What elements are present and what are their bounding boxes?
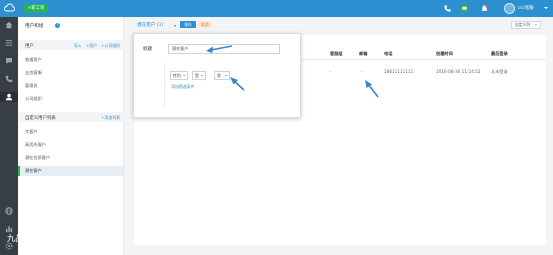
chat-icon[interactable] (460, 4, 469, 13)
add-organization-link[interactable]: +公司组织 (101, 43, 120, 48)
column-header-last-login[interactable]: 最后登录 (491, 51, 508, 57)
user-section-links: 导入 +用户 +公司组织 (71, 43, 120, 49)
cell-email: - (361, 69, 363, 74)
sidebar-title: 用户和组 (25, 24, 44, 29)
home-icon[interactable] (0, 20, 18, 30)
phone-icon[interactable] (0, 74, 18, 84)
sidebar-item-agents[interactable]: 业务客服 (18, 68, 123, 78)
add-list-link[interactable]: +添加列表 (101, 115, 120, 120)
filter-popup: 标题 潜在客户 性别 是 男 添加筛选条件 (133, 33, 301, 118)
column-header-email[interactable]: 邮箱 (359, 51, 367, 57)
chevron-down-icon[interactable] (544, 7, 548, 9)
condition-value-select[interactable]: 男 (214, 71, 230, 80)
sidebar-item-potential-quality[interactable]: 潜在优质客户 (18, 153, 123, 163)
new-ticket-button[interactable]: +新工单 (24, 4, 48, 13)
column-select-label: 自定义列 (515, 22, 531, 27)
chat-bubble-icon[interactable] (0, 56, 18, 66)
column-header-group[interactable]: 客服组 (330, 51, 343, 57)
message-icon[interactable] (0, 38, 18, 48)
custom-section-links: +添加列表 (98, 115, 120, 121)
sidebar-item-high-priority[interactable]: 高优先客户 (18, 140, 123, 150)
help-icon[interactable]: ? (55, 23, 60, 28)
condition-field-select[interactable]: 性别 (170, 71, 188, 80)
user-name[interactable]: cici客服 (518, 5, 534, 11)
column-header-phone[interactable]: 电话 (384, 51, 392, 57)
cell-phone: 18611111111 (384, 69, 414, 74)
chevron-down-icon (183, 74, 185, 76)
globe-icon[interactable] (0, 206, 18, 216)
top-bar: +新工单 cici客服 (0, 0, 553, 17)
add-condition-link[interactable]: 添加筛选条件 (171, 84, 194, 90)
watermark: 九品网络 (7, 234, 41, 243)
import-link[interactable]: 导入 (74, 43, 82, 48)
condition-value: 男 (217, 73, 221, 78)
view-title-dropdown[interactable]: 潜在客户 (1) (137, 22, 163, 28)
custom-section-header: 自定义用户列表 +添加列表 (18, 112, 124, 122)
user-icon[interactable] (0, 92, 18, 102)
icon-sidebar (0, 17, 18, 255)
title-label: 标题 (143, 47, 153, 52)
condition-field-value: 性别 (173, 73, 181, 78)
condition-operator-select[interactable]: 是 (192, 71, 206, 80)
user-section-header: 用户 导入 +用户 +公司组织 (18, 40, 124, 50)
user-section-label: 用户 (25, 43, 34, 49)
sidebar-item-potential-customers[interactable]: 潜在客户 (18, 166, 123, 176)
sidebar-item-regular-users[interactable]: 普通用户 (18, 55, 123, 65)
avatar[interactable] (504, 3, 515, 14)
sidebar: 用户和组 ? 用户 导入 +用户 +公司组织 普通用户 业务客服 管理员 公司组… (18, 17, 124, 255)
save-button[interactable]: 保存 (180, 21, 196, 28)
sidebar-item-key-customers[interactable]: 大客户 (18, 127, 123, 137)
phone-icon[interactable] (443, 4, 452, 13)
chevron-down-icon (535, 24, 537, 25)
add-user-link[interactable]: +用户 (86, 43, 97, 48)
cell-created: 2016-08-30 11:24:52 (436, 69, 481, 74)
cell-last-login: 从未登录 (491, 69, 508, 74)
condition-operator-value: 是 (195, 73, 199, 78)
column-header-created[interactable]: 创建时间 (436, 51, 453, 57)
title-input[interactable]: 潜在客户 (168, 44, 280, 54)
bell-icon[interactable] (480, 4, 489, 13)
sidebar-item-admins[interactable]: 管理员 (18, 81, 123, 91)
chevron-down-icon[interactable] (174, 25, 176, 27)
chevron-down-icon (225, 74, 227, 76)
cloud-logo-icon[interactable] (4, 3, 15, 13)
chevron-down-icon (201, 74, 203, 76)
divider (164, 62, 165, 108)
sidebar-item-organizations[interactable]: 公司组织 (18, 94, 123, 104)
column-select[interactable]: 自定义列 (511, 21, 541, 29)
cancel-button[interactable]: 取消 (198, 21, 212, 28)
custom-section-label: 自定义用户列表 (25, 115, 56, 121)
cell-group: - (330, 69, 332, 74)
